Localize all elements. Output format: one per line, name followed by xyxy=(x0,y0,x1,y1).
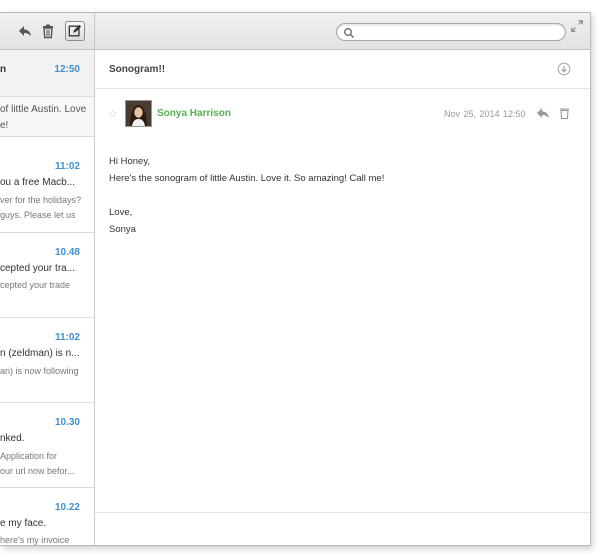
message-subject: ou a free Macb... xyxy=(0,177,76,188)
body-spacer xyxy=(109,187,569,204)
search-field[interactable] xyxy=(336,23,566,41)
message-preview: here's my invoice xyxy=(0,535,70,545)
message-time: 11:02 xyxy=(54,161,80,172)
message-time: 11:02 xyxy=(54,332,80,343)
message-list-item[interactable]: 10.30 nked. Application for our url now … xyxy=(0,403,94,488)
message-time: 10.48 xyxy=(54,247,80,258)
reply-icon[interactable] xyxy=(17,23,33,39)
message-time: 12:50 xyxy=(54,64,80,75)
message-list-item[interactable]: of little Austin. Love e! xyxy=(0,97,94,137)
message-preview: an) is now following xyxy=(0,366,79,376)
body-closing: Love, xyxy=(109,207,133,218)
message-subject: nked. xyxy=(0,433,25,444)
expand-icon[interactable] xyxy=(570,19,584,33)
message-sender: n xyxy=(0,64,7,75)
body-signature: Sonya xyxy=(109,224,136,235)
message-preview: guys. Please let us xyxy=(0,210,76,220)
message-time: 10.22 xyxy=(54,502,80,513)
trash-icon[interactable] xyxy=(40,23,56,39)
toolbar xyxy=(0,13,590,50)
message-preview: Application for xyxy=(0,451,58,461)
message-preview: e! xyxy=(0,120,9,131)
message-list-item[interactable]: 10.22 e my face. here's my invoice xyxy=(0,488,94,545)
sender-name[interactable]: Sonya Harrison xyxy=(157,108,231,119)
reader-footer-divider xyxy=(95,512,590,513)
trash-icon[interactable] xyxy=(559,107,570,119)
message-list-item[interactable]: 11:02 n (zeldman) is n... an) is now fol… xyxy=(0,318,94,403)
reply-icon[interactable] xyxy=(536,107,550,119)
download-icon[interactable] xyxy=(557,62,571,76)
message-subject: n (zeldman) is n... xyxy=(0,348,80,359)
mail-window: n 12:50 of little Austin. Love e! 11:02 … xyxy=(0,12,591,546)
message-date: Nov 25, 2014 12:50 xyxy=(444,109,526,119)
subject-bar: Sonogram!! xyxy=(95,50,590,89)
toolbar-divider xyxy=(94,13,95,49)
message-subject: e my face. xyxy=(0,518,47,529)
search-icon xyxy=(344,28,354,38)
message-body: Hi Honey, Here's the sonogram of little … xyxy=(109,153,569,238)
compose-icon xyxy=(68,24,82,37)
message-reader: Sonogram!! ☆ Sonya Harrison Nov 25, 2014… xyxy=(95,50,590,545)
search-input[interactable] xyxy=(357,25,557,39)
avatar xyxy=(125,100,152,127)
message-time: 10.30 xyxy=(54,417,80,428)
compose-button[interactable] xyxy=(65,21,85,41)
body-line: Here's the sonogram of little Austin. Lo… xyxy=(109,173,385,184)
message-header: ☆ Sonya Harrison Nov 25, 2014 12:50 xyxy=(95,96,590,130)
message-preview: ver for the holidays? xyxy=(0,195,82,205)
body-greeting: Hi Honey, xyxy=(109,156,151,167)
avatar-photo xyxy=(126,101,151,126)
message-preview: cepted your trade xyxy=(0,280,71,290)
message-preview: of little Austin. Love xyxy=(0,104,87,115)
message-list-item[interactable]: 10.48 cepted your tra... cepted your tra… xyxy=(0,233,94,318)
message-list-item[interactable]: n 12:50 xyxy=(0,50,94,97)
message-preview: our url now befor... xyxy=(0,466,75,476)
message-subject: cepted your tra... xyxy=(0,263,76,274)
message-list-item[interactable]: 11:02 ou a free Macb... ver for the holi… xyxy=(0,137,94,233)
star-icon[interactable]: ☆ xyxy=(108,107,118,120)
message-subject-title: Sonogram!! xyxy=(109,64,166,75)
message-list[interactable]: n 12:50 of little Austin. Love e! 11:02 … xyxy=(0,50,95,545)
